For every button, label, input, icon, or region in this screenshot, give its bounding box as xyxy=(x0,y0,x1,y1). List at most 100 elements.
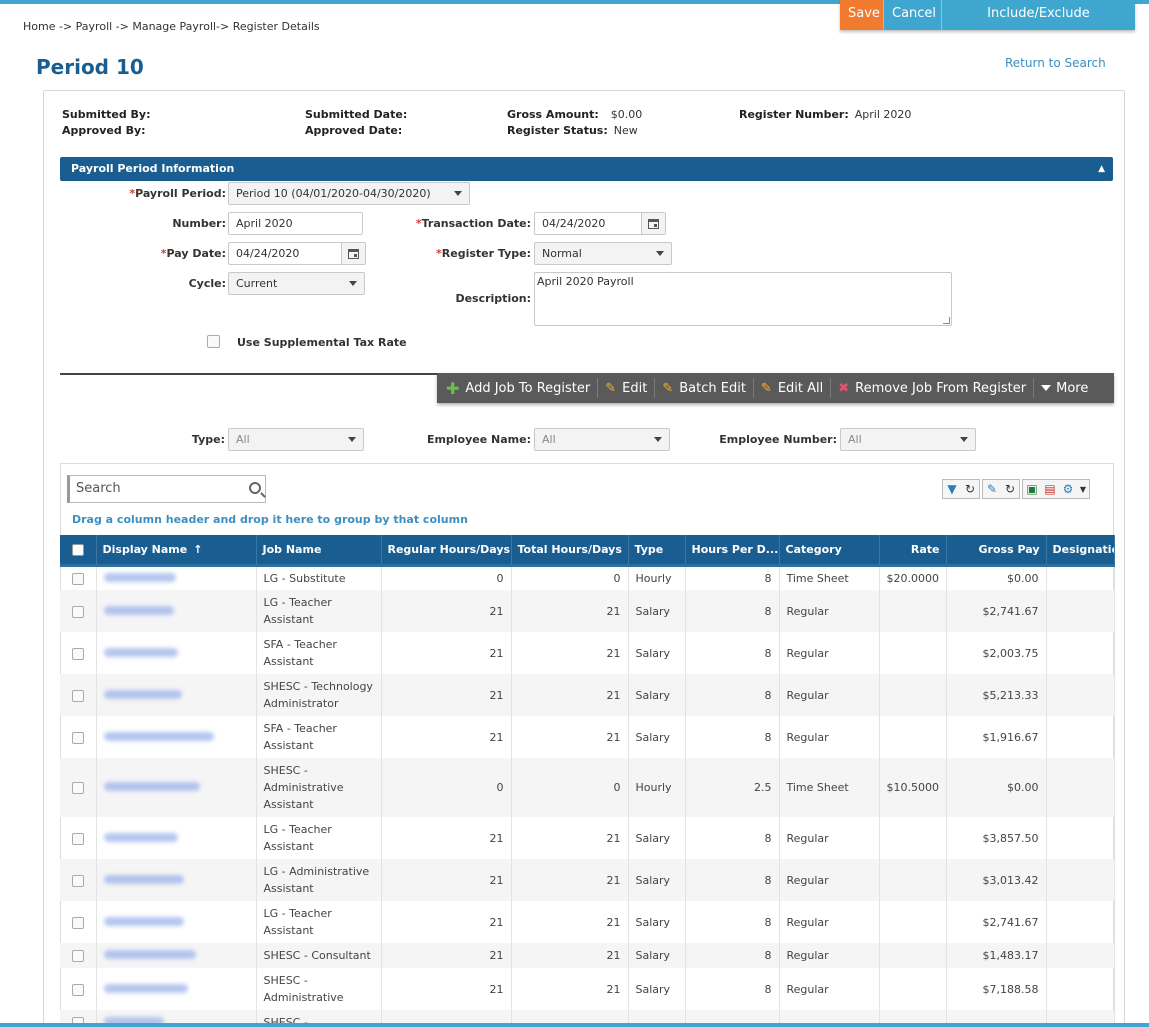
add-job-button[interactable]: ✚ Add Job To Register xyxy=(437,378,599,398)
table-row[interactable]: SHESC - Administrative Assistant 0 0 Hourly 2.… xyxy=(60,758,1115,817)
display-name-cell[interactable] xyxy=(96,632,257,674)
table-row[interactable]: LG - Teacher Assistant 21 21 Salary 8 Regular $… xyxy=(60,590,1115,632)
column-header-category[interactable]: Category xyxy=(779,535,880,567)
display-name-cell[interactable] xyxy=(96,716,257,758)
redacted-display-name[interactable] xyxy=(103,950,196,959)
pdf-export-icon[interactable]: ▤ xyxy=(1041,482,1059,496)
remove-job-button[interactable]: ✖ Remove Job From Register xyxy=(831,378,1035,398)
display-name-cell[interactable] xyxy=(96,817,257,859)
display-name-cell[interactable] xyxy=(96,901,257,943)
column-header-display-name[interactable]: Display Name ↑ xyxy=(96,535,257,567)
register-type-select[interactable]: Normal xyxy=(534,242,672,265)
row-select-cell[interactable] xyxy=(60,632,97,674)
row-checkbox[interactable] xyxy=(71,689,84,702)
row-checkbox[interactable] xyxy=(71,950,84,962)
collapse-up-icon[interactable]: ▲ xyxy=(1098,157,1105,181)
row-checkbox[interactable] xyxy=(71,983,84,996)
table-row[interactable]: SHESC - Consultant 21 21 Salary 8 Regular $1,4… xyxy=(60,943,1115,968)
row-checkbox[interactable] xyxy=(71,647,84,660)
type-filter-select[interactable]: All xyxy=(228,428,364,451)
row-select-cell[interactable] xyxy=(60,859,97,901)
reset-filter-icon[interactable]: ↻ xyxy=(961,482,979,496)
number-input[interactable]: April 2020 xyxy=(228,212,363,235)
column-header-hours-per-day[interactable]: Hours Per D... xyxy=(685,535,780,567)
row-checkbox[interactable] xyxy=(71,782,84,794)
display-name-cell[interactable] xyxy=(96,859,257,901)
filter-icon[interactable]: ▼ xyxy=(943,482,961,496)
row-checkbox[interactable] xyxy=(71,605,84,618)
redacted-display-name[interactable] xyxy=(103,572,176,582)
settings-dropdown-icon[interactable]: ▼ xyxy=(1077,485,1089,494)
row-select-cell[interactable] xyxy=(60,716,97,758)
wrench-icon[interactable]: ✎ xyxy=(983,482,1001,496)
redacted-display-name[interactable] xyxy=(103,983,188,993)
display-name-cell[interactable] xyxy=(96,968,257,1010)
pay-date-input[interactable]: 04/24/2020 xyxy=(228,242,366,265)
row-checkbox[interactable] xyxy=(71,572,84,585)
select-all-header[interactable] xyxy=(60,535,97,567)
calendar-icon[interactable] xyxy=(641,213,665,234)
redacted-display-name[interactable] xyxy=(103,916,184,926)
display-name-cell[interactable] xyxy=(96,758,257,817)
transaction-date-input[interactable]: 04/24/2020 xyxy=(534,212,666,235)
search-icon[interactable] xyxy=(249,482,261,494)
batch-edit-button[interactable]: ✎ Batch Edit xyxy=(655,378,754,398)
row-select-cell[interactable] xyxy=(60,817,97,859)
table-row[interactable]: SFA - Teacher Assistant 21 21 Salary 8 Regular… xyxy=(60,632,1115,674)
resize-grip-icon[interactable] xyxy=(943,317,950,324)
redacted-display-name[interactable] xyxy=(103,832,178,842)
table-row[interactable]: SHESC - Technology Administrator 21 21 Salar… xyxy=(60,674,1115,716)
more-button[interactable]: More xyxy=(1034,378,1095,398)
save-button[interactable]: Save xyxy=(840,0,884,30)
row-select-cell[interactable] xyxy=(60,590,97,632)
table-row[interactable]: LG - Substitute 0 0 Hourly 8 Time Sheet $20.00… xyxy=(60,565,1115,590)
row-select-cell[interactable] xyxy=(60,943,97,968)
row-select-cell[interactable] xyxy=(60,901,97,943)
display-name-cell[interactable] xyxy=(96,674,257,716)
description-textarea[interactable]: April 2020 Payroll xyxy=(534,272,952,326)
column-header-total-hours[interactable]: Total Hours/Days xyxy=(511,535,629,567)
table-row[interactable]: SHESC - Administrative 21 21 Salary 8 Regular $… xyxy=(60,968,1115,1010)
redacted-display-name[interactable] xyxy=(103,782,200,791)
include-exclude-deductions-button[interactable]: Include/Exclude Deductions xyxy=(942,0,1135,49)
display-name-cell[interactable] xyxy=(96,565,257,590)
reset-columns-icon[interactable]: ↻ xyxy=(1001,482,1019,496)
table-row[interactable]: LG - Teacher Assistant 21 21 Salary 8 Regular $… xyxy=(60,817,1115,859)
redacted-display-name[interactable] xyxy=(103,605,174,615)
supplemental-tax-checkbox[interactable] xyxy=(207,335,220,348)
row-checkbox[interactable] xyxy=(71,832,84,845)
payroll-period-select[interactable]: Period 10 (04/01/2020-04/30/2020) xyxy=(228,182,470,205)
redacted-display-name[interactable] xyxy=(103,689,182,699)
redacted-display-name[interactable] xyxy=(103,874,184,884)
column-header-type[interactable]: Type xyxy=(628,535,686,567)
row-checkbox[interactable] xyxy=(71,916,84,929)
display-name-cell[interactable] xyxy=(96,943,257,968)
breadcrumb[interactable]: Home -> Payroll -> Manage Payroll-> Regi… xyxy=(23,20,320,33)
redacted-display-name[interactable] xyxy=(103,647,178,657)
select-all-checkbox[interactable] xyxy=(71,543,84,556)
cycle-select[interactable]: Current xyxy=(228,272,365,295)
table-row[interactable]: LG - Teacher Assistant 21 21 Salary 8 Regular $… xyxy=(60,901,1115,943)
employee-name-filter-select[interactable]: All xyxy=(534,428,670,451)
excel-export-icon[interactable]: ▣ xyxy=(1023,482,1041,496)
cancel-button[interactable]: Cancel xyxy=(884,0,942,30)
settings-gear-icon[interactable]: ⚙ xyxy=(1059,482,1077,496)
column-header-gross-pay[interactable]: Gross Pay xyxy=(946,535,1047,567)
edit-all-button[interactable]: ✎ Edit All xyxy=(754,378,832,398)
row-select-cell[interactable] xyxy=(60,968,97,1010)
display-name-cell[interactable] xyxy=(96,590,257,632)
column-header-rate[interactable]: Rate xyxy=(879,535,947,567)
grid-search-input[interactable]: Search xyxy=(67,475,266,503)
redacted-display-name[interactable] xyxy=(103,731,214,741)
column-header-designation[interactable]: Designatio xyxy=(1046,535,1115,567)
return-to-search-link[interactable]: Return to Search xyxy=(1005,56,1106,70)
row-select-cell[interactable] xyxy=(60,565,97,590)
employee-number-filter-select[interactable]: All xyxy=(840,428,976,451)
edit-button[interactable]: ✎ Edit xyxy=(598,378,656,398)
calendar-icon[interactable] xyxy=(341,243,365,264)
payroll-period-section-header[interactable]: Payroll Period Information ▲ xyxy=(60,157,1113,181)
column-header-job-name[interactable]: Job Name xyxy=(256,535,382,567)
row-checkbox[interactable] xyxy=(71,731,84,744)
row-select-cell[interactable] xyxy=(60,758,97,817)
table-row[interactable]: SFA - Teacher Assistant 21 21 Salary 8 Regular… xyxy=(60,716,1115,758)
